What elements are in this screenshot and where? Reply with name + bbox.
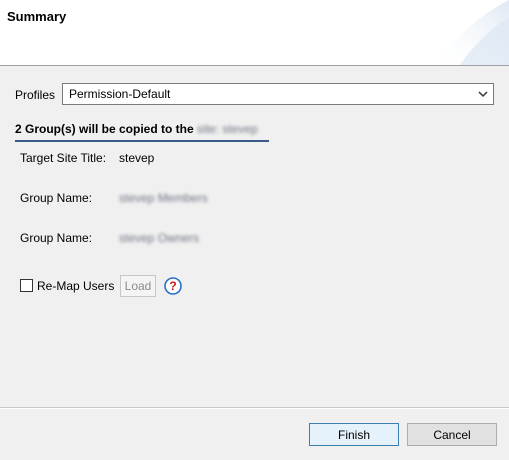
- profiles-dropdown[interactable]: Permission-Default: [62, 83, 494, 105]
- header-decoration: [429, 0, 509, 65]
- remap-users-label[interactable]: Re-Map Users: [37, 279, 114, 293]
- profiles-label: Profiles: [15, 88, 56, 102]
- section-heading-target: site: stevep: [197, 122, 258, 136]
- target-site-value: stevep: [119, 151, 155, 165]
- wizard-header: Summary: [0, 0, 509, 66]
- profiles-selected-value: Permission-Default: [69, 87, 171, 101]
- group2-value: stevep Owners: [119, 231, 200, 245]
- finish-button[interactable]: Finish: [309, 423, 399, 446]
- section-heading: 2 Group(s) will be copied to the site: s…: [15, 122, 269, 142]
- group1-label: Group Name:: [20, 191, 93, 205]
- svg-text:?: ?: [169, 279, 176, 293]
- load-button[interactable]: Load: [120, 275, 156, 297]
- group1-value: stevep Members: [119, 191, 208, 205]
- group2-label: Group Name:: [20, 231, 93, 245]
- target-site-label: Target Site Title:: [20, 151, 107, 165]
- cancel-button[interactable]: Cancel: [407, 423, 497, 446]
- footer-divider-highlight: [0, 408, 509, 409]
- section-heading-text: 2 Group(s) will be copied to the: [15, 122, 194, 136]
- help-icon[interactable]: ?: [164, 277, 182, 295]
- remap-users-checkbox[interactable]: [20, 279, 33, 292]
- page-title: Summary: [7, 9, 67, 24]
- chevron-down-icon: [478, 91, 488, 98]
